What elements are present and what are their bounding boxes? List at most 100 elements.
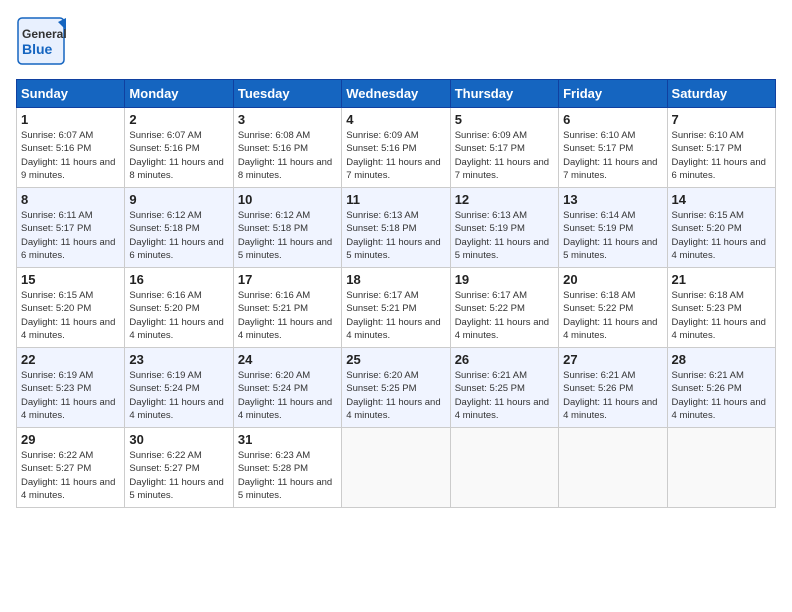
day-info: Sunrise: 6:22 AM Sunset: 5:27 PM Dayligh… [129,449,228,502]
calendar-day-cell: 11 Sunrise: 6:13 AM Sunset: 5:18 PM Dayl… [342,188,450,268]
day-info: Sunrise: 6:20 AM Sunset: 5:25 PM Dayligh… [346,369,445,422]
day-info: Sunrise: 6:09 AM Sunset: 5:16 PM Dayligh… [346,129,445,182]
day-number: 18 [346,272,445,287]
calendar-day-cell: 26 Sunrise: 6:21 AM Sunset: 5:25 PM Dayl… [450,348,558,428]
day-number: 20 [563,272,662,287]
calendar-day-cell: 30 Sunrise: 6:22 AM Sunset: 5:27 PM Dayl… [125,428,233,508]
day-number: 29 [21,432,120,447]
day-number: 27 [563,352,662,367]
day-number: 3 [238,112,337,127]
day-number: 26 [455,352,554,367]
calendar-week-row: 1 Sunrise: 6:07 AM Sunset: 5:16 PM Dayli… [17,108,776,188]
day-info: Sunrise: 6:19 AM Sunset: 5:24 PM Dayligh… [129,369,228,422]
day-number: 5 [455,112,554,127]
day-number: 16 [129,272,228,287]
calendar-week-row: 15 Sunrise: 6:15 AM Sunset: 5:20 PM Dayl… [17,268,776,348]
calendar-day-cell: 2 Sunrise: 6:07 AM Sunset: 5:16 PM Dayli… [125,108,233,188]
calendar-day-cell: 31 Sunrise: 6:23 AM Sunset: 5:28 PM Dayl… [233,428,341,508]
day-number: 15 [21,272,120,287]
day-info: Sunrise: 6:13 AM Sunset: 5:18 PM Dayligh… [346,209,445,262]
day-number: 4 [346,112,445,127]
day-info: Sunrise: 6:22 AM Sunset: 5:27 PM Dayligh… [21,449,120,502]
day-info: Sunrise: 6:07 AM Sunset: 5:16 PM Dayligh… [129,129,228,182]
svg-text:General: General [22,27,66,41]
calendar-day-cell: 21 Sunrise: 6:18 AM Sunset: 5:23 PM Dayl… [667,268,775,348]
day-number: 13 [563,192,662,207]
day-info: Sunrise: 6:17 AM Sunset: 5:22 PM Dayligh… [455,289,554,342]
day-info: Sunrise: 6:21 AM Sunset: 5:26 PM Dayligh… [672,369,771,422]
calendar-day-cell: 10 Sunrise: 6:12 AM Sunset: 5:18 PM Dayl… [233,188,341,268]
calendar-day-cell: 14 Sunrise: 6:15 AM Sunset: 5:20 PM Dayl… [667,188,775,268]
calendar-body: 1 Sunrise: 6:07 AM Sunset: 5:16 PM Dayli… [17,108,776,508]
day-info: Sunrise: 6:20 AM Sunset: 5:24 PM Dayligh… [238,369,337,422]
calendar-day-cell: 8 Sunrise: 6:11 AM Sunset: 5:17 PM Dayli… [17,188,125,268]
day-number: 6 [563,112,662,127]
day-info: Sunrise: 6:16 AM Sunset: 5:21 PM Dayligh… [238,289,337,342]
weekday-cell: Sunday [17,80,125,108]
calendar-day-cell [342,428,450,508]
calendar-week-row: 8 Sunrise: 6:11 AM Sunset: 5:17 PM Dayli… [17,188,776,268]
day-number: 17 [238,272,337,287]
calendar-day-cell [559,428,667,508]
calendar-day-cell: 1 Sunrise: 6:07 AM Sunset: 5:16 PM Dayli… [17,108,125,188]
day-info: Sunrise: 6:10 AM Sunset: 5:17 PM Dayligh… [672,129,771,182]
day-number: 22 [21,352,120,367]
day-info: Sunrise: 6:21 AM Sunset: 5:26 PM Dayligh… [563,369,662,422]
day-info: Sunrise: 6:15 AM Sunset: 5:20 PM Dayligh… [672,209,771,262]
day-info: Sunrise: 6:10 AM Sunset: 5:17 PM Dayligh… [563,129,662,182]
day-number: 21 [672,272,771,287]
day-number: 19 [455,272,554,287]
calendar-day-cell: 5 Sunrise: 6:09 AM Sunset: 5:17 PM Dayli… [450,108,558,188]
calendar-day-cell: 20 Sunrise: 6:18 AM Sunset: 5:22 PM Dayl… [559,268,667,348]
day-info: Sunrise: 6:18 AM Sunset: 5:22 PM Dayligh… [563,289,662,342]
weekday-cell: Tuesday [233,80,341,108]
calendar-day-cell: 22 Sunrise: 6:19 AM Sunset: 5:23 PM Dayl… [17,348,125,428]
weekday-cell: Wednesday [342,80,450,108]
day-number: 2 [129,112,228,127]
day-info: Sunrise: 6:09 AM Sunset: 5:17 PM Dayligh… [455,129,554,182]
day-info: Sunrise: 6:15 AM Sunset: 5:20 PM Dayligh… [21,289,120,342]
calendar-day-cell: 28 Sunrise: 6:21 AM Sunset: 5:26 PM Dayl… [667,348,775,428]
day-number: 12 [455,192,554,207]
day-number: 8 [21,192,120,207]
day-info: Sunrise: 6:23 AM Sunset: 5:28 PM Dayligh… [238,449,337,502]
calendar-day-cell: 29 Sunrise: 6:22 AM Sunset: 5:27 PM Dayl… [17,428,125,508]
calendar-table: SundayMondayTuesdayWednesdayThursdayFrid… [16,79,776,508]
calendar-day-cell: 17 Sunrise: 6:16 AM Sunset: 5:21 PM Dayl… [233,268,341,348]
day-number: 30 [129,432,228,447]
logo: General Blue [16,16,72,71]
weekday-cell: Friday [559,80,667,108]
calendar-day-cell: 24 Sunrise: 6:20 AM Sunset: 5:24 PM Dayl… [233,348,341,428]
day-info: Sunrise: 6:07 AM Sunset: 5:16 PM Dayligh… [21,129,120,182]
weekday-cell: Thursday [450,80,558,108]
calendar-day-cell: 18 Sunrise: 6:17 AM Sunset: 5:21 PM Dayl… [342,268,450,348]
weekday-cell: Monday [125,80,233,108]
calendar-day-cell: 19 Sunrise: 6:17 AM Sunset: 5:22 PM Dayl… [450,268,558,348]
day-info: Sunrise: 6:11 AM Sunset: 5:17 PM Dayligh… [21,209,120,262]
day-number: 24 [238,352,337,367]
day-number: 10 [238,192,337,207]
weekday-header-row: SundayMondayTuesdayWednesdayThursdayFrid… [17,80,776,108]
logo-graphic: General Blue [16,16,66,66]
day-info: Sunrise: 6:18 AM Sunset: 5:23 PM Dayligh… [672,289,771,342]
day-info: Sunrise: 6:16 AM Sunset: 5:20 PM Dayligh… [129,289,228,342]
day-info: Sunrise: 6:13 AM Sunset: 5:19 PM Dayligh… [455,209,554,262]
calendar-day-cell [667,428,775,508]
calendar-day-cell: 12 Sunrise: 6:13 AM Sunset: 5:19 PM Dayl… [450,188,558,268]
calendar-day-cell: 27 Sunrise: 6:21 AM Sunset: 5:26 PM Dayl… [559,348,667,428]
day-info: Sunrise: 6:21 AM Sunset: 5:25 PM Dayligh… [455,369,554,422]
day-number: 28 [672,352,771,367]
day-number: 14 [672,192,771,207]
calendar-day-cell: 3 Sunrise: 6:08 AM Sunset: 5:16 PM Dayli… [233,108,341,188]
day-number: 9 [129,192,228,207]
calendar-day-cell: 4 Sunrise: 6:09 AM Sunset: 5:16 PM Dayli… [342,108,450,188]
day-number: 25 [346,352,445,367]
calendar-day-cell: 16 Sunrise: 6:16 AM Sunset: 5:20 PM Dayl… [125,268,233,348]
day-number: 11 [346,192,445,207]
day-info: Sunrise: 6:12 AM Sunset: 5:18 PM Dayligh… [129,209,228,262]
calendar-day-cell: 7 Sunrise: 6:10 AM Sunset: 5:17 PM Dayli… [667,108,775,188]
day-info: Sunrise: 6:19 AM Sunset: 5:23 PM Dayligh… [21,369,120,422]
day-info: Sunrise: 6:08 AM Sunset: 5:16 PM Dayligh… [238,129,337,182]
calendar-day-cell: 15 Sunrise: 6:15 AM Sunset: 5:20 PM Dayl… [17,268,125,348]
day-info: Sunrise: 6:17 AM Sunset: 5:21 PM Dayligh… [346,289,445,342]
